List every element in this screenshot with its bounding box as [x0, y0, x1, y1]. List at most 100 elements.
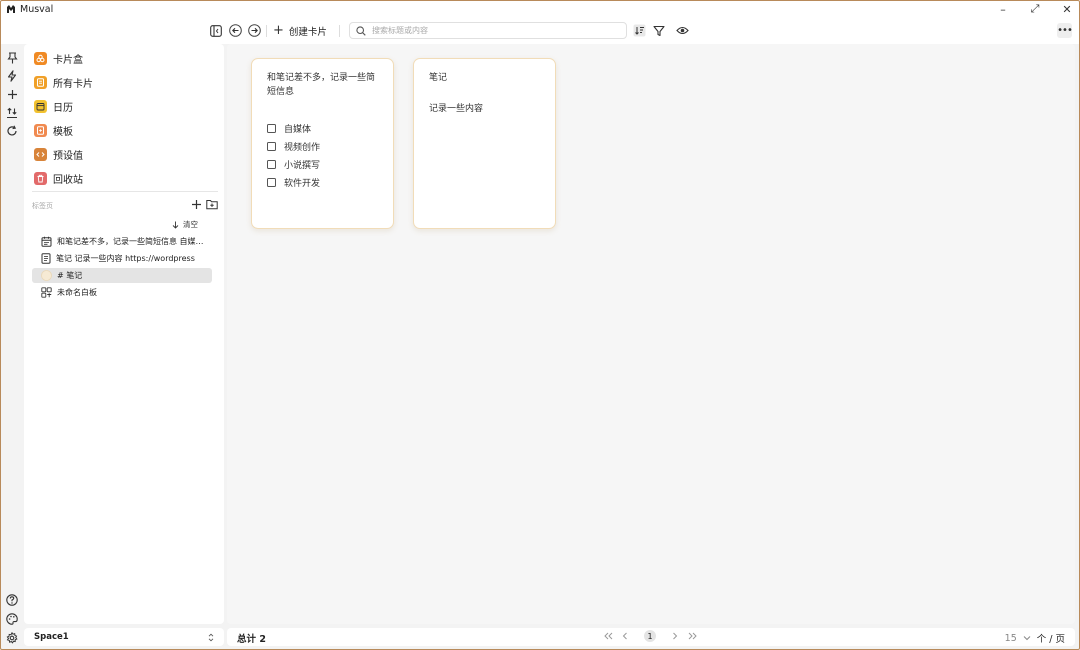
back-arrow-icon[interactable] — [228, 23, 243, 38]
nav-item-template[interactable]: 模板 — [34, 121, 73, 139]
checkbox[interactable] — [267, 159, 276, 169]
nav-item-label: 模板 — [53, 126, 73, 138]
all-cards-icon — [34, 75, 47, 89]
app-title: Musval — [20, 3, 54, 15]
checklist-item: 软件开发 — [267, 173, 378, 191]
tab-item-label: # 笔记 — [57, 271, 83, 280]
checklist-item-label: 软件开发 — [284, 178, 321, 189]
space-name: Space1 — [34, 632, 69, 642]
whiteboard-icon — [41, 287, 52, 298]
chevron-down-icon — [1023, 635, 1031, 641]
clear-tabs-button[interactable]: 清空 — [172, 219, 198, 230]
filter-icon[interactable] — [651, 23, 666, 38]
import-export-icon[interactable] — [5, 106, 19, 120]
toggle-sidebar-icon[interactable] — [208, 23, 223, 38]
tab-item[interactable]: 和笔记差不多，记录一些简短信息 自媒体 视频创作 小说撰写 软件开发 — [32, 234, 212, 249]
tag-icon — [41, 270, 52, 281]
toolbar: + 创建卡片 ••• — [0, 18, 1080, 44]
card[interactable]: 笔记 记录一些内容 — [413, 58, 556, 229]
nav-item-label: 日历 — [53, 102, 73, 114]
forward-arrow-icon[interactable] — [247, 23, 262, 38]
checklist-item: 小说撰写 — [267, 155, 378, 173]
maximize-button[interactable]: ⤢ — [1028, 2, 1042, 16]
checklist-item-label: 小说撰写 — [284, 160, 321, 171]
tab-item-active[interactable]: # 笔记 — [32, 268, 212, 283]
tab-item[interactable]: 未命名白板 — [32, 285, 212, 300]
plus-icon: + — [273, 23, 284, 38]
new-folder-icon[interactable] — [206, 198, 218, 210]
calendar-icon — [34, 99, 47, 113]
new-tab-plus-icon[interactable] — [190, 198, 202, 210]
card-content: 记录一些内容 — [429, 104, 484, 114]
minimize-button[interactable]: – — [996, 2, 1010, 16]
nav-item-all-cards[interactable]: 所有卡片 — [34, 73, 93, 91]
toolbar-divider — [339, 25, 340, 37]
nav-item-calendar[interactable]: 日历 — [34, 97, 73, 115]
view-eye-icon[interactable] — [675, 23, 690, 38]
checklist-item-label: 视频创作 — [284, 142, 321, 153]
nav-item-preset[interactable]: 预设值 — [34, 145, 83, 163]
total-label: 总计 — [237, 634, 257, 645]
tab-item-label: 未命名白板 — [57, 288, 97, 297]
nav-item-card-box[interactable]: 卡片盒 — [34, 49, 83, 67]
checkbox[interactable] — [267, 141, 276, 151]
app-logo-icon — [6, 4, 16, 14]
total-count: 总计 2 — [237, 631, 266, 645]
sidebar: 卡片盒 所有卡片 日历 模板 预设值 回收站 标签页 清空 和笔记差不多，记录一… — [24, 44, 224, 624]
template-icon — [34, 123, 47, 137]
more-options-icon[interactable]: ••• — [1057, 23, 1073, 38]
footer-bar: 总计 2 1 15 个 / 页 — [227, 628, 1075, 646]
first-page-icon[interactable] — [602, 630, 614, 642]
card-title: 笔记 — [429, 73, 448, 83]
space-selector[interactable]: Space1 — [24, 628, 224, 646]
tab-item-label: 笔记 记录一些内容 https://wordpress — [56, 254, 195, 263]
close-button[interactable]: ✕ — [1060, 2, 1074, 16]
page-size-value: 15 — [1004, 632, 1017, 644]
page-size-selector[interactable]: 15 个 / 页 — [1004, 631, 1065, 646]
checkbox[interactable] — [267, 177, 276, 187]
prev-page-icon[interactable] — [619, 630, 631, 642]
pin-icon[interactable] — [5, 51, 19, 65]
sort-icon[interactable] — [632, 23, 647, 38]
palette-icon[interactable] — [5, 612, 19, 626]
tab-item-label: 和笔记差不多，记录一些简短信息 自媒体 视频创作 小说撰写 软件开发 — [57, 237, 207, 246]
last-page-icon[interactable] — [686, 630, 698, 642]
tab-item[interactable]: 笔记 记录一些内容 https://wordpress — [32, 251, 212, 266]
calendar-note-icon — [41, 236, 52, 247]
search-box[interactable] — [349, 22, 627, 39]
create-card-label: 创建卡片 — [288, 26, 327, 38]
sidebar-divider — [32, 191, 218, 192]
checkbox[interactable] — [267, 123, 276, 133]
create-card-button[interactable]: + 创建卡片 — [273, 22, 327, 39]
search-input[interactable] — [372, 26, 612, 35]
pagination: 1 — [602, 630, 698, 642]
arrow-down-icon — [172, 221, 179, 229]
next-page-icon[interactable] — [669, 630, 681, 642]
settings-gear-icon[interactable] — [5, 631, 19, 645]
checklist: 自媒体 视频创作 小说撰写 软件开发 — [267, 119, 378, 191]
current-page[interactable]: 1 — [644, 630, 656, 642]
title-bar: Musval – ⤢ ✕ — [0, 0, 1080, 18]
left-rail — [0, 44, 24, 650]
nav-item-label: 预设值 — [53, 150, 83, 162]
checklist-item: 自媒体 — [267, 119, 378, 137]
document-icon — [41, 253, 51, 264]
checklist-item: 视频创作 — [267, 137, 378, 155]
trash-icon — [34, 171, 47, 185]
lightning-icon[interactable] — [5, 69, 19, 83]
help-icon[interactable] — [5, 593, 19, 607]
nav-item-label: 卡片盒 — [53, 54, 83, 66]
nav-item-trash[interactable]: 回收站 — [34, 169, 83, 187]
add-icon[interactable] — [5, 87, 19, 101]
chevron-updown-icon — [208, 633, 214, 642]
card-title: 和笔记差不多，记录一些简短信息 — [267, 73, 376, 97]
refresh-icon[interactable] — [5, 124, 19, 138]
nav-item-label: 所有卡片 — [53, 78, 93, 90]
preset-icon — [34, 147, 47, 161]
card[interactable]: 和笔记差不多，记录一些简短信息 自媒体 视频创作 小说撰写 软件开发 — [251, 58, 394, 229]
total-value: 2 — [259, 634, 266, 645]
search-icon — [356, 25, 366, 36]
toolbar-divider — [266, 25, 267, 37]
tabs-section-label: 标签页 — [32, 202, 53, 210]
cards-box-icon — [34, 51, 47, 65]
